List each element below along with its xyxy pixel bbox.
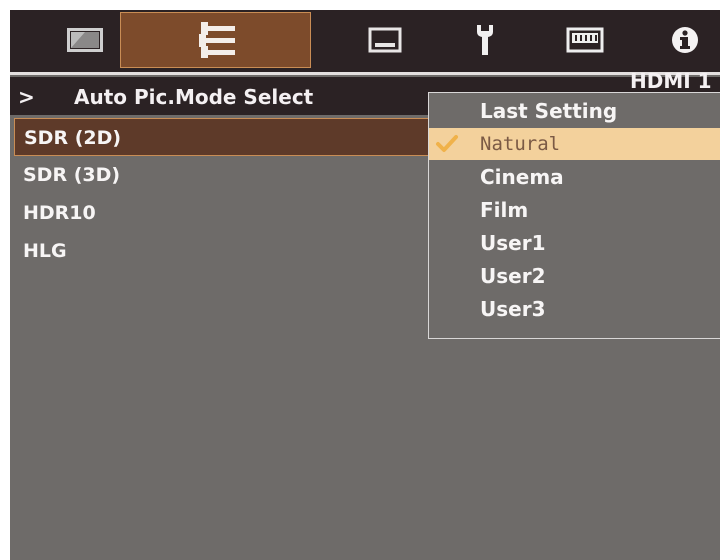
- option-label: Cinema: [480, 165, 564, 189]
- option-label: Last Setting: [480, 99, 618, 123]
- option-label: Natural: [480, 133, 561, 155]
- option-natural[interactable]: Natural: [429, 128, 720, 160]
- option-film[interactable]: Film: [429, 194, 720, 226]
- page-title: Auto Pic.Mode Select: [74, 85, 314, 109]
- menu-tab-bar: [10, 10, 720, 72]
- option-user3[interactable]: User3: [429, 293, 720, 325]
- option-user2[interactable]: User2: [429, 260, 720, 292]
- option-label: User3: [480, 297, 546, 321]
- option-user1[interactable]: User1: [429, 227, 720, 259]
- memory-icon: [566, 27, 604, 53]
- option-label: Film: [480, 198, 529, 222]
- info-tab[interactable]: [620, 12, 720, 68]
- wrench-icon: [477, 25, 493, 55]
- input-source-label: HDMI 1: [630, 69, 712, 93]
- list-item-hlg[interactable]: HLG: [10, 232, 440, 270]
- sliders-icon: [198, 22, 235, 58]
- info-icon: [672, 27, 698, 53]
- signal-type-list: SDR (2D) SDR (3D) HDR10 HLG: [10, 118, 440, 270]
- picture-icon: [67, 28, 103, 52]
- option-cinema[interactable]: Cinema: [429, 161, 720, 193]
- setup-tab[interactable]: [440, 12, 530, 68]
- adjust-tab[interactable]: [120, 12, 311, 68]
- list-item-sdr-2d[interactable]: SDR (2D): [14, 118, 434, 156]
- projector-menu: > Auto Pic.Mode Select HDMI 1 SDR (2D) S…: [10, 10, 720, 560]
- display-icon: [368, 27, 402, 53]
- tab-divider: [10, 72, 720, 75]
- display-tab[interactable]: [310, 12, 460, 68]
- option-last-setting[interactable]: Last Setting: [429, 95, 720, 127]
- header-arrow: >: [18, 85, 35, 109]
- picture-mode-dropdown: Last Setting Natural Cinema Film User1 U…: [428, 92, 720, 339]
- check-icon: [436, 135, 458, 152]
- option-label: User2: [480, 264, 546, 288]
- list-item-sdr-3d[interactable]: SDR (3D): [10, 156, 440, 194]
- list-item-hdr10[interactable]: HDR10: [10, 194, 440, 232]
- option-label: User1: [480, 231, 546, 255]
